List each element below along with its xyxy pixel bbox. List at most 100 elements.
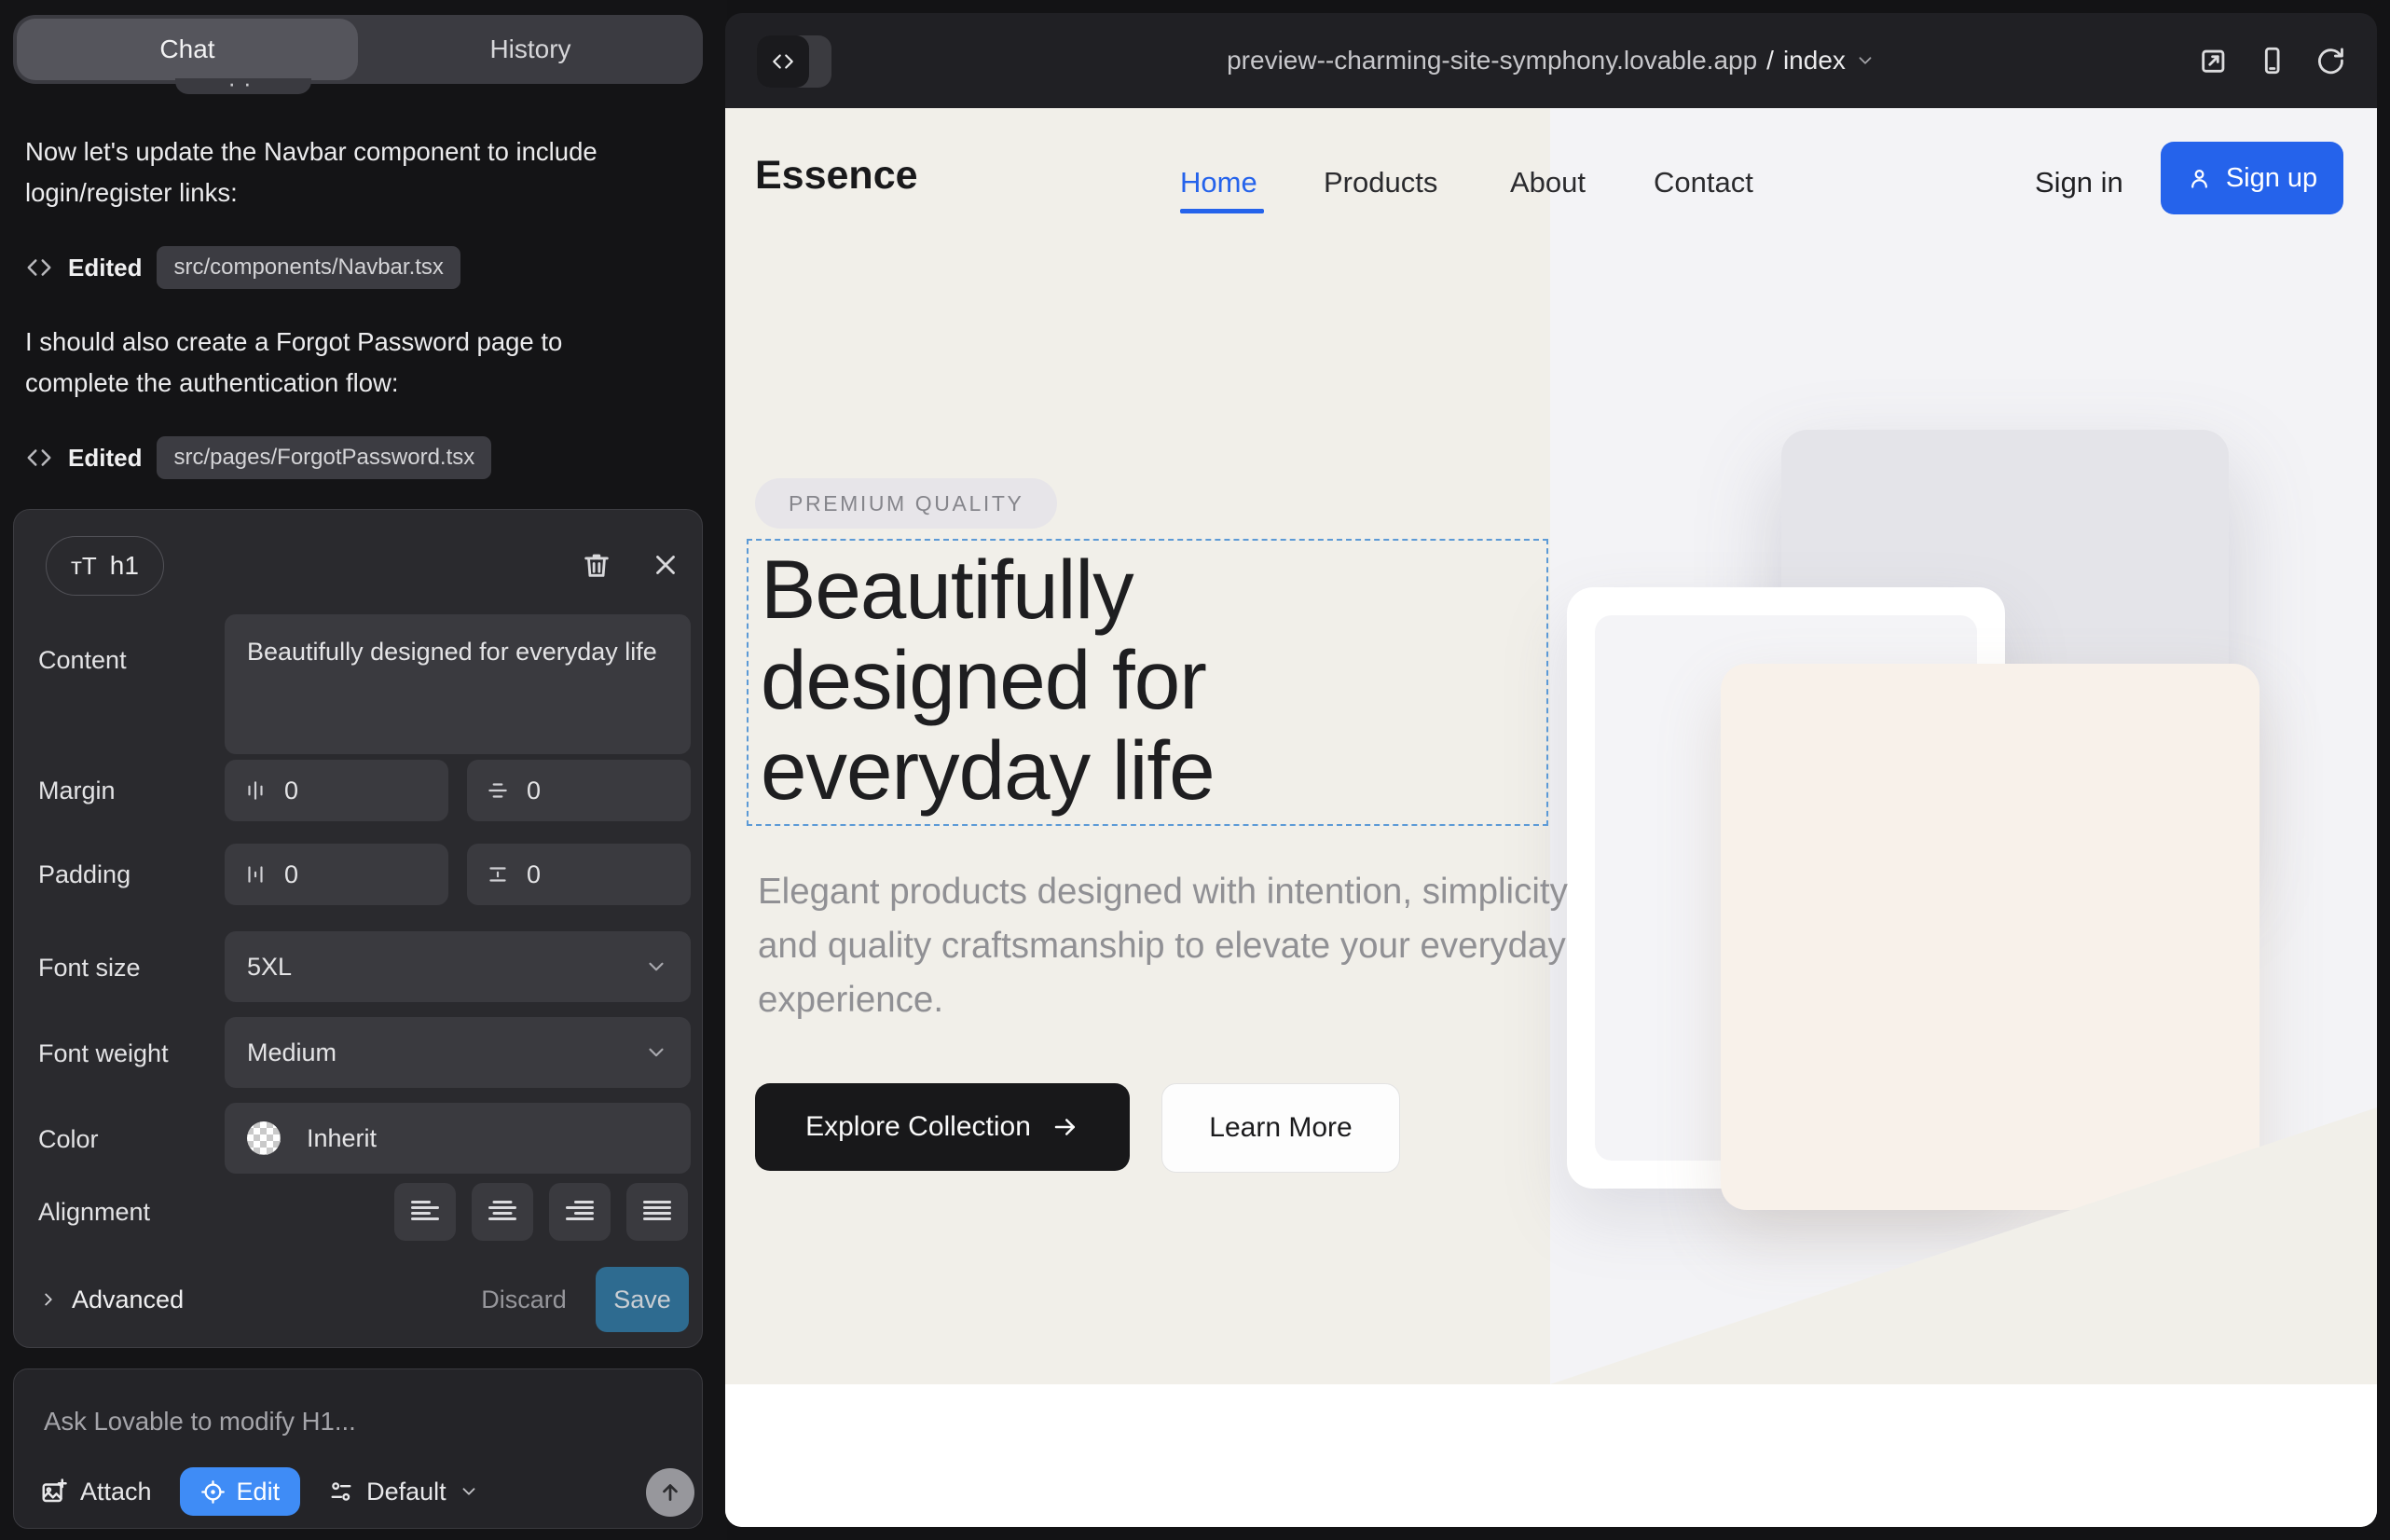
color-label: Color [38,1125,99,1154]
color-select[interactable]: Inherit [225,1103,691,1174]
selected-element-tag: тT h1 [46,536,164,596]
nav-link-products[interactable]: Products [1324,166,1437,199]
learn-more-button[interactable]: Learn More [1161,1083,1400,1173]
arrow-right-icon [1051,1113,1079,1141]
explore-collection-label: Explore Collection [805,1111,1031,1143]
color-swatch-transparent [247,1121,281,1155]
tab-history[interactable]: History [362,15,699,84]
nav-active-underline [1180,209,1264,213]
refresh-icon [2314,45,2345,76]
sign-in-link[interactable]: Sign in [2035,166,2123,199]
align-center-button[interactable] [472,1183,533,1241]
code-segment[interactable] [757,35,809,88]
save-button[interactable]: Save [596,1267,689,1332]
composer-toolbar: Attach Edit Default [40,1466,479,1517]
alignment-label: Alignment [38,1198,150,1227]
chevron-down-icon [644,955,668,979]
align-left-icon [408,1195,442,1229]
padding-horizontal-icon [243,862,268,887]
code-icon [771,49,795,74]
padding-y-input[interactable]: 0 [467,844,691,905]
advanced-label: Advanced [72,1286,184,1314]
explore-collection-button[interactable]: Explore Collection [755,1083,1130,1171]
mode-select[interactable]: Default [328,1478,479,1506]
open-external-button[interactable] [2198,45,2230,76]
close-editor-button[interactable] [650,549,681,581]
margin-horizontal-icon [243,778,268,803]
url-domain: preview--charming-site-symphony.lovable.… [1227,46,1757,76]
close-icon [650,549,681,581]
delete-element-button[interactable] [581,549,612,581]
font-size-label: Font size [38,954,141,983]
decor-card-cream [1721,664,2260,1210]
tab-chat[interactable]: Chat [17,15,358,84]
site-logo[interactable]: Essence [755,153,918,199]
element-editor-panel: тT h1 Content Beautifully designed for e… [13,509,703,1348]
font-weight-select[interactable]: Medium [225,1017,691,1088]
assistant-message: I should also create a Forgot Password p… [25,322,626,404]
refresh-button[interactable] [2314,45,2345,76]
code-icon [25,444,53,472]
margin-y-input[interactable]: 0 [467,760,691,821]
headline-line: designed for [761,635,1215,725]
align-justify-button[interactable] [626,1183,688,1241]
code-view-toggle[interactable] [757,35,831,88]
sign-up-button[interactable]: Sign up [2161,142,2343,214]
scrolled-out-badge: ·· [175,78,311,94]
chevron-down-icon [459,1481,479,1502]
trash-icon [581,549,612,581]
attach-label: Attach [80,1478,152,1506]
advanced-toggle[interactable]: Advanced [38,1267,184,1332]
edited-file-chip[interactable]: src/components/Navbar.tsx [157,246,460,289]
hero-headline[interactable]: Beautifully designed for everyday life [761,544,1215,816]
chat-history-tabbar: Chat History [13,15,703,84]
font-size-value: 5XL [247,953,292,982]
url-bar[interactable]: preview--charming-site-symphony.lovable.… [725,13,2377,108]
headline-line: Beautifully [761,544,1215,635]
app-window: Chat History ·· Now let's update the Nav… [0,0,2390,1540]
nav-link-about[interactable]: About [1510,166,1586,199]
preview-browser-frame: preview--charming-site-symphony.lovable.… [725,13,2377,1527]
edited-file-row: Edited src/components/Navbar.tsx [25,244,460,291]
mode-label: Default [366,1478,446,1506]
chevron-right-icon [38,1289,59,1310]
url-page: index [1783,46,1846,76]
target-icon [200,1479,226,1505]
nav-link-home[interactable]: Home [1180,166,1257,199]
chevron-down-icon [1855,50,1875,71]
url-separator: / [1766,46,1774,76]
edit-mode-button[interactable]: Edit [180,1467,301,1516]
chat-panel: Chat History ·· Now let's update the Nav… [0,0,727,1540]
mobile-view-button[interactable] [2256,45,2287,76]
align-right-button[interactable] [549,1183,611,1241]
font-size-select[interactable]: 5XL [225,931,691,1002]
edited-label: Edited [68,254,142,282]
attach-button[interactable]: Attach [40,1478,152,1506]
chevron-down-icon [644,1040,668,1065]
sign-up-label: Sign up [2226,163,2317,194]
user-icon [2187,166,2212,191]
margin-y-value: 0 [527,777,541,805]
edit-label: Edit [237,1478,281,1506]
edited-file-row: Edited src/pages/ForgotPassword.tsx [25,434,491,481]
align-center-icon [486,1195,519,1229]
margin-x-input[interactable]: 0 [225,760,448,821]
align-left-button[interactable] [394,1183,456,1241]
padding-x-value: 0 [284,860,298,889]
arrow-up-icon [658,1480,682,1505]
send-button[interactable] [646,1468,694,1517]
chat-input[interactable] [42,1399,642,1444]
nav-link-contact[interactable]: Contact [1654,166,1753,199]
attach-image-icon [40,1478,68,1506]
align-right-icon [563,1195,597,1229]
discard-button[interactable]: Discard [477,1267,570,1332]
code-icon [25,254,53,282]
align-justify-icon [640,1195,674,1229]
sliders-icon [328,1478,354,1505]
content-input[interactable]: Beautifully designed for everyday life [225,614,691,754]
edited-file-chip[interactable]: src/pages/ForgotPassword.tsx [157,436,491,479]
tag-name: h1 [110,551,139,581]
edited-label: Edited [68,444,142,473]
padding-x-input[interactable]: 0 [225,844,448,905]
hero-description: Elegant products designed with intention… [758,865,1611,1027]
